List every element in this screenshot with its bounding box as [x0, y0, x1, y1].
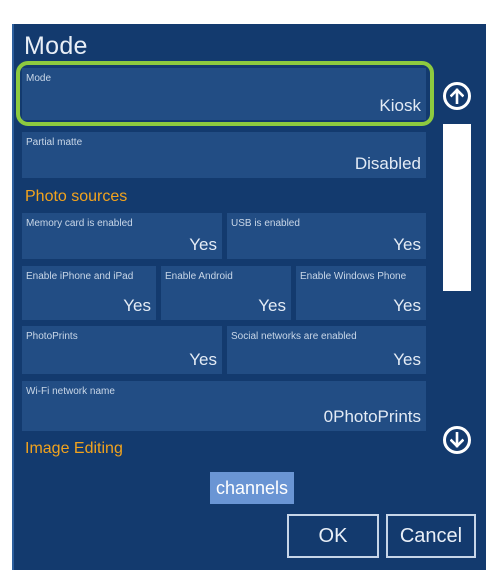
arrow-up-circle-icon: [450, 88, 464, 104]
social-networks-label: Social networks are enabled: [231, 331, 357, 342]
partial-matte-field[interactable]: Partial matte Disabled: [22, 132, 426, 178]
social-networks-value: Yes: [393, 350, 421, 369]
photoprints-toggle[interactable]: PhotoPrints Yes: [22, 326, 222, 374]
memory-card-toggle[interactable]: Memory card is enabled Yes: [22, 213, 222, 259]
image-editing-heading: Image Editing: [25, 440, 123, 457]
photo-sources-heading: Photo sources: [25, 188, 128, 205]
channels-chip[interactable]: channels: [210, 472, 294, 504]
selection-highlight: [16, 61, 434, 126]
scrollbar-thumb[interactable]: [443, 124, 471, 291]
arrow-down-circle-icon: [450, 432, 464, 448]
photoprints-label: PhotoPrints: [26, 331, 78, 342]
partial-matte-value: Disabled: [354, 154, 421, 173]
social-networks-toggle[interactable]: Social networks are enabled Yes: [227, 326, 426, 374]
windows-phone-label: Enable Windows Phone: [300, 271, 407, 282]
partial-matte-label: Partial matte: [26, 137, 83, 148]
mode-dialog: Mode Mode Kiosk Partial matte Disabled P…: [12, 24, 486, 570]
wifi-name-value: 0PhotoPrints: [323, 407, 421, 426]
iphone-ipad-label: Enable iPhone and iPad: [26, 271, 134, 282]
usb-value: Yes: [393, 235, 421, 254]
iphone-ipad-toggle[interactable]: Enable iPhone and iPad Yes: [22, 266, 156, 320]
scroll-up-button[interactable]: [443, 82, 471, 110]
dialog-title: Mode: [24, 32, 88, 60]
windows-phone-value: Yes: [393, 296, 421, 315]
iphone-ipad-value: Yes: [123, 296, 151, 315]
photoprints-value: Yes: [189, 350, 217, 369]
memory-card-label: Memory card is enabled: [26, 218, 133, 229]
android-value: Yes: [258, 296, 286, 315]
usb-toggle[interactable]: USB is enabled Yes: [227, 213, 426, 259]
ok-button[interactable]: OK: [287, 514, 379, 558]
memory-card-value: Yes: [189, 235, 217, 254]
wifi-name-field[interactable]: Wi-Fi network name 0PhotoPrints: [22, 381, 426, 431]
cancel-button[interactable]: Cancel: [386, 514, 476, 558]
wifi-name-label: Wi-Fi network name: [26, 386, 115, 397]
windows-phone-toggle[interactable]: Enable Windows Phone Yes: [296, 266, 426, 320]
android-label: Enable Android: [165, 271, 233, 282]
android-toggle[interactable]: Enable Android Yes: [161, 266, 291, 320]
usb-label: USB is enabled: [231, 218, 300, 229]
scroll-down-button[interactable]: [443, 426, 471, 454]
